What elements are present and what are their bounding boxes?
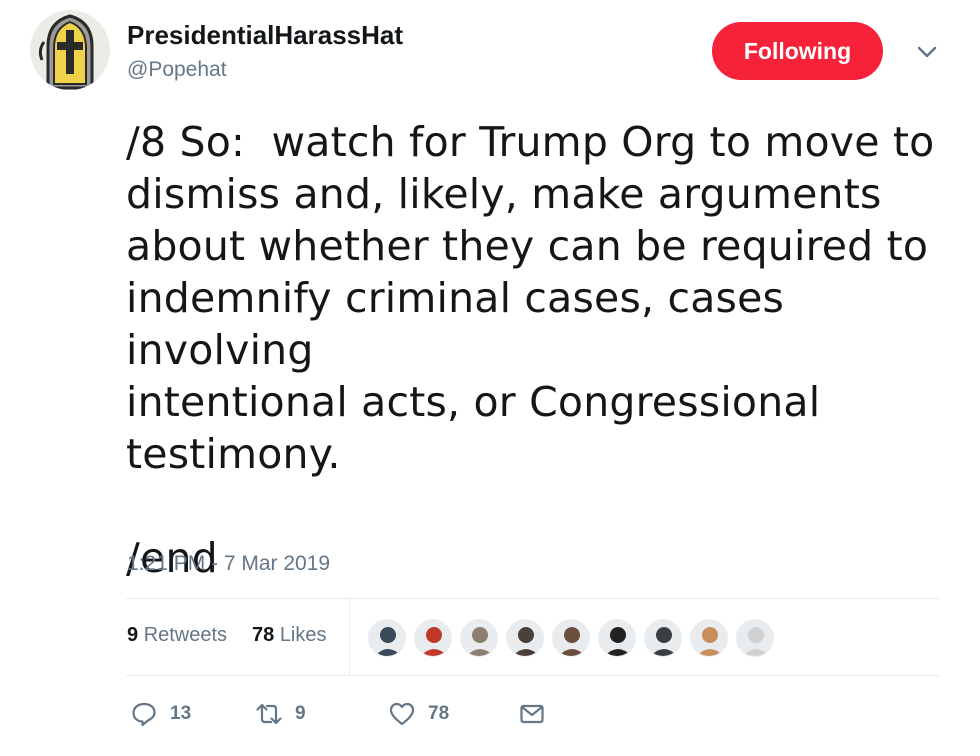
divider [349,599,350,675]
liker-avatar-4-icon[interactable] [506,619,544,657]
liker-avatar-2-icon[interactable] [414,619,452,657]
chevron-down-icon[interactable] [912,40,942,64]
retweet-icon [256,703,282,725]
reply-button[interactable]: 13 [130,700,191,728]
direct-message-button[interactable] [518,700,558,728]
like-count: 78 [428,703,450,724]
reply-icon [132,702,156,727]
retweet-count: 9 [295,703,306,724]
author-handle[interactable]: @Popehat [127,58,227,82]
like-button[interactable]: 78 [388,700,449,728]
retweets-label: Retweets [143,624,228,646]
likers-avatars [368,619,782,657]
liker-avatar-8-icon[interactable] [690,619,728,657]
author-avatar[interactable] [30,10,110,90]
likes-stat[interactable]: 78 Likes [252,624,327,647]
tweet-timestamp[interactable]: 1:21 PM - 7 Mar 2019 [127,552,330,576]
liker-avatar-7-icon[interactable] [644,619,682,657]
mitre-hat-avatar-icon [30,10,110,90]
tweet-text: /8 So: watch for Trump Org to move to di… [126,118,935,582]
liker-avatar-6-icon[interactable] [598,619,636,657]
liker-avatar-3-icon[interactable] [460,619,498,657]
heart-icon [389,702,415,726]
liker-avatar-5-icon[interactable] [552,619,590,657]
liker-avatar-9-icon[interactable] [736,619,774,657]
author-display-name[interactable]: PresidentialHarassHat [127,20,403,51]
envelope-icon [520,704,544,724]
retweet-button[interactable]: 9 [255,700,306,728]
retweets-stat[interactable]: 9 Retweets [127,624,227,647]
likes-label: Likes [279,624,327,646]
divider [126,675,940,676]
following-button[interactable]: Following [712,22,883,80]
reply-count: 13 [170,703,192,724]
liker-avatar-1-icon[interactable] [368,619,406,657]
retweets-count: 9 [127,624,139,646]
likes-count: 78 [252,624,275,646]
divider [126,598,940,599]
